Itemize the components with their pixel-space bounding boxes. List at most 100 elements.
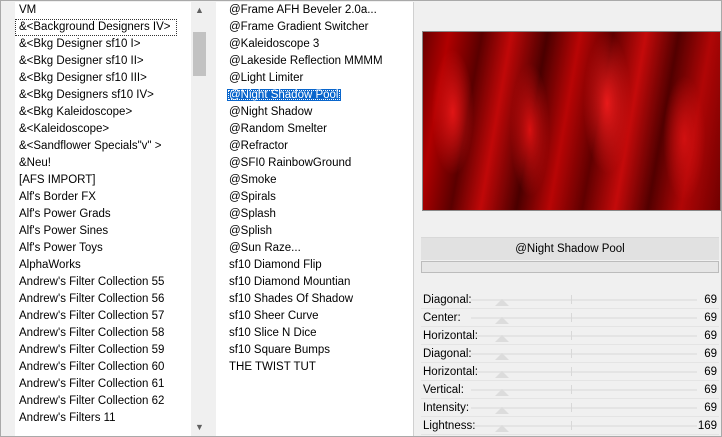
filter-item[interactable]: @Smoke bbox=[216, 172, 413, 189]
category-item[interactable]: Alf's Power Sines bbox=[15, 223, 205, 240]
slider-thumb-icon[interactable] bbox=[495, 371, 509, 378]
filter-item[interactable]: @Random Smelter bbox=[216, 121, 413, 138]
category-item[interactable]: &<Bkg Designers sf10 IV> bbox=[15, 87, 205, 104]
parameter-value: 169 bbox=[697, 420, 717, 432]
filter-item[interactable]: sf10 Square Bumps bbox=[216, 342, 413, 359]
category-item[interactable]: &<Bkg Designer sf10 I> bbox=[15, 36, 205, 53]
category-item[interactable]: &Neu! bbox=[15, 155, 205, 172]
parameter-slider-row[interactable]: Center: 69 bbox=[421, 309, 719, 327]
filter-item[interactable]: sf10 Slice N Dice bbox=[216, 325, 413, 342]
parameter-label: Horizontal: bbox=[423, 330, 478, 342]
filter-item-label: @Refractor bbox=[229, 140, 288, 152]
filter-item[interactable]: @Splash bbox=[216, 206, 413, 223]
filter-item-label: @Frame AFH Beveler 2.0a... bbox=[229, 4, 377, 16]
category-item[interactable]: AlphaWorks bbox=[15, 257, 205, 274]
filter-item-label: sf10 Diamond Flip bbox=[229, 259, 322, 271]
filter-item[interactable]: THE TWIST TUT bbox=[216, 359, 413, 376]
category-item[interactable]: &<Bkg Designer sf10 II> bbox=[15, 53, 205, 70]
filter-item[interactable]: sf10 Shades Of Shadow bbox=[216, 291, 413, 308]
category-item[interactable]: Andrew's Filter Collection 60 bbox=[15, 359, 205, 376]
filter-item[interactable]: sf10 Diamond Mountian bbox=[216, 274, 413, 291]
parameter-slider-row[interactable]: Horizontal: 69 bbox=[421, 327, 719, 345]
filter-item[interactable]: @Refractor bbox=[216, 138, 413, 155]
category-item[interactable]: &<Sandflower Specials"v" > bbox=[15, 138, 205, 155]
category-item[interactable]: Andrew's Filter Collection 62 bbox=[15, 393, 205, 410]
filter-item[interactable]: @Light Limiter bbox=[216, 70, 413, 87]
category-item[interactable]: Andrew's Filter Collection 55 bbox=[15, 274, 205, 291]
filter-item[interactable]: @Splish bbox=[216, 223, 413, 240]
category-item[interactable]: Andrew's Filter Collection 58 bbox=[15, 325, 205, 342]
category-item[interactable]: Andrew's Filter Collection 59 bbox=[15, 342, 205, 359]
category-item[interactable]: [AFS IMPORT] bbox=[15, 172, 205, 189]
filter-dialog: VM &<Background Designers IV> &<Bkg Design… bbox=[0, 0, 722, 437]
parameter-label: Lightness: bbox=[423, 420, 476, 432]
parameter-slider-row[interactable]: Horizontal: 69 bbox=[421, 363, 719, 381]
category-item[interactable]: VM bbox=[15, 2, 205, 19]
slider-tick bbox=[571, 313, 572, 322]
parameter-label: Center: bbox=[423, 312, 461, 324]
parameter-value: 69 bbox=[704, 330, 717, 342]
parameter-slider-row[interactable]: Diagonal: 69 bbox=[421, 345, 719, 363]
slider-thumb-icon[interactable] bbox=[495, 299, 509, 306]
slider-thumb-icon[interactable] bbox=[495, 335, 509, 342]
category-item-label: Andrew's Filter Collection 61 bbox=[19, 378, 165, 390]
scroll-thumb[interactable] bbox=[193, 32, 206, 76]
parameter-slider-row[interactable]: Diagonal: 69 bbox=[421, 291, 719, 309]
scroll-down-arrow-icon[interactable]: ▼ bbox=[191, 419, 208, 436]
category-item[interactable]: &<Bkg Kaleidoscope> bbox=[15, 104, 205, 121]
filter-item[interactable]: @Lakeside Reflection MMMM bbox=[216, 53, 413, 70]
filter-item-label: @Random Smelter bbox=[229, 123, 327, 135]
category-item[interactable]: &<Kaleidoscope> bbox=[15, 121, 205, 138]
parameter-slider-row[interactable]: Lightness: 169 bbox=[421, 417, 719, 435]
filter-item[interactable]: @Spirals bbox=[216, 189, 413, 206]
category-item-label: Andrew's Filters 11 bbox=[19, 412, 116, 424]
filter-item-label: sf10 Shades Of Shadow bbox=[229, 293, 354, 305]
parameter-slider-row[interactable]: Vertical: 69 bbox=[421, 381, 719, 399]
category-scrollbar[interactable]: ▲ ▼ bbox=[191, 2, 208, 436]
filter-item[interactable]: @Night Shadow Pool bbox=[216, 87, 413, 104]
slider-thumb-icon[interactable] bbox=[495, 317, 509, 324]
slider-thumb-icon[interactable] bbox=[495, 425, 509, 432]
filter-item[interactable]: sf10 Diamond Flip bbox=[216, 257, 413, 274]
slider-thumb-icon[interactable] bbox=[495, 407, 509, 414]
filter-item[interactable]: @SFI0 RainbowGround bbox=[216, 155, 413, 172]
filter-item[interactable]: @Kaleidoscope 3 bbox=[216, 36, 413, 53]
parameter-slider-row[interactable]: Intensity: 69 bbox=[421, 399, 719, 417]
filter-item[interactable]: @Night Shadow bbox=[216, 104, 413, 121]
filter-item-label: @Light Limiter bbox=[229, 72, 304, 84]
category-item[interactable]: Andrew's Filters 11 bbox=[15, 410, 205, 427]
category-item-label: &<Background Designers IV> bbox=[15, 19, 177, 36]
filter-item[interactable]: @Sun Raze... bbox=[216, 240, 413, 257]
filter-item[interactable]: @Frame Gradient Switcher bbox=[216, 19, 413, 36]
category-list[interactable]: VM &<Background Designers IV> &<Bkg Design… bbox=[15, 2, 205, 436]
category-item[interactable]: &<Background Designers IV> bbox=[15, 19, 205, 36]
parameter-label: Vertical: bbox=[423, 384, 464, 396]
parameter-value: 69 bbox=[704, 312, 717, 324]
slider-thumb-icon[interactable] bbox=[495, 353, 509, 360]
category-item[interactable]: Alf's Border FX bbox=[15, 189, 205, 206]
category-item[interactable]: Alf's Power Grads bbox=[15, 206, 205, 223]
category-item[interactable]: Alf's Power Toys bbox=[15, 240, 205, 257]
slider-thumb-icon[interactable] bbox=[495, 389, 509, 396]
filter-list[interactable]: @Frame AFH Beveler 2.0a... @Frame Gradien… bbox=[216, 2, 414, 436]
scroll-up-arrow-icon[interactable]: ▲ bbox=[191, 2, 208, 19]
parameter-value: 69 bbox=[704, 366, 717, 378]
slider-tick bbox=[571, 331, 572, 340]
parameter-label: Horizontal: bbox=[423, 366, 478, 378]
category-item-label: Alf's Border FX bbox=[19, 191, 96, 203]
row-divider bbox=[421, 434, 719, 435]
category-item[interactable]: &<Bkg Designer sf10 III> bbox=[15, 70, 205, 87]
category-item-label: Andrew's Filter Collection 60 bbox=[19, 361, 165, 373]
category-item-label: VM bbox=[19, 4, 37, 16]
category-item[interactable]: Andrew's Filter Collection 57 bbox=[15, 308, 205, 325]
category-item-label: Alf's Power Toys bbox=[19, 242, 103, 254]
filter-item-label: @Splish bbox=[229, 225, 272, 237]
filter-item[interactable]: sf10 Sheer Curve bbox=[216, 308, 413, 325]
category-item-label: [AFS IMPORT] bbox=[19, 174, 96, 186]
category-item-label: Andrew's Filter Collection 55 bbox=[19, 276, 165, 288]
category-item[interactable]: Andrew's Filter Collection 61 bbox=[15, 376, 205, 393]
filter-item-label: @Splash bbox=[229, 208, 276, 220]
filter-item[interactable]: @Frame AFH Beveler 2.0a... bbox=[216, 2, 413, 19]
slider-tick bbox=[571, 295, 572, 304]
category-item[interactable]: Andrew's Filter Collection 56 bbox=[15, 291, 205, 308]
